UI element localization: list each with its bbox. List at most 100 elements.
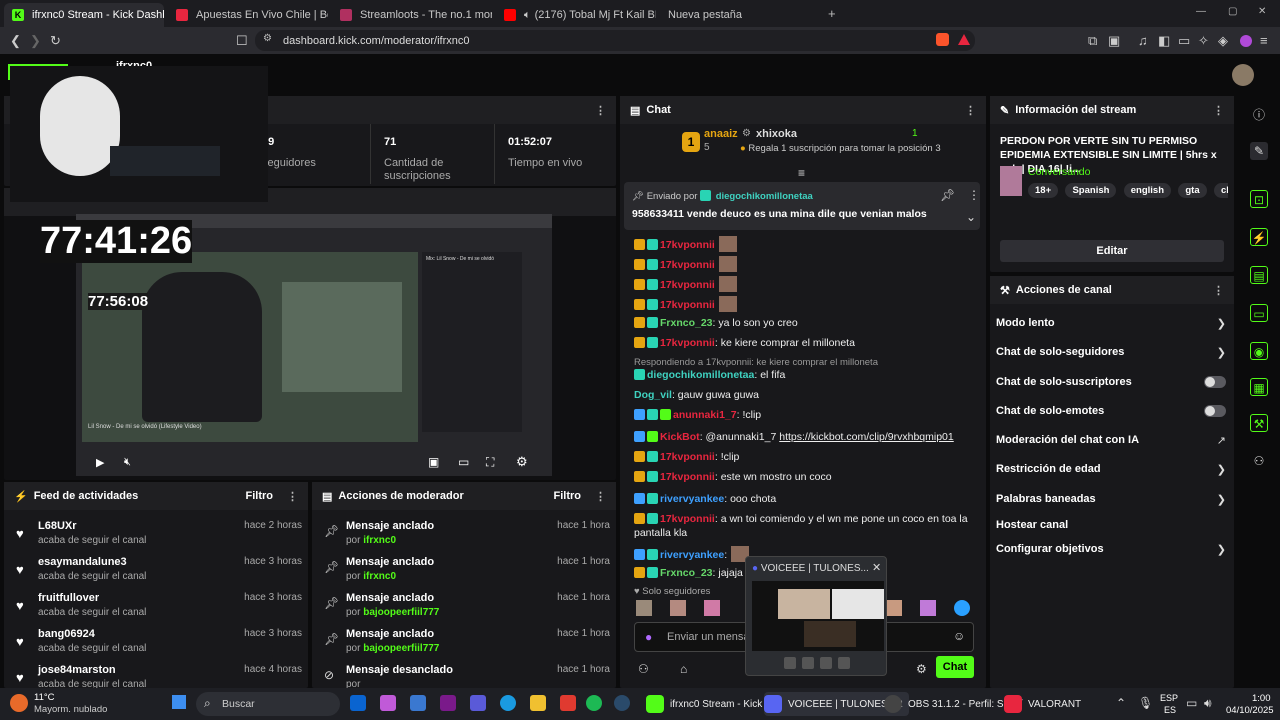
close-icon[interactable]: ✕ (872, 561, 881, 574)
info-icon[interactable]: ⓘ (1250, 106, 1268, 124)
channel-action-row[interactable]: Chat de solo-suscriptores (996, 371, 1226, 393)
chat-username[interactable]: anunnaki1_7 (673, 409, 737, 421)
taskbar-app-kick[interactable]: ifrxnc0 Stream - Kick Da (646, 692, 778, 716)
maximize-button[interactable]: ▢ (1228, 6, 1237, 17)
chat-icon[interactable]: ▭ (1250, 304, 1268, 322)
emote[interactable] (920, 600, 936, 616)
sidebar-icon[interactable]: ◧ (1158, 33, 1170, 49)
screenshot-icon[interactable]: ▣ (1108, 33, 1120, 49)
channel-action-row[interactable]: Hostear canal (996, 514, 1226, 536)
copilot-icon[interactable] (380, 695, 396, 711)
tab-betano[interactable]: Apuestas En Vivo Chile | Betano ✕ (168, 3, 328, 27)
chat-username[interactable]: 17kvponnii (660, 513, 715, 525)
people-icon[interactable]: ⚇ (638, 662, 649, 676)
back-icon[interactable]: ❮ (10, 33, 21, 49)
chat-username[interactable]: 17kvponnii (660, 471, 715, 483)
vpn-icon[interactable]: ◈ (1218, 33, 1228, 49)
network-icon[interactable]: ▭ (1186, 696, 1197, 710)
emote[interactable] (718, 256, 737, 272)
disconnect-icon[interactable] (838, 657, 850, 669)
mod-user[interactable]: ifrxnc0 (363, 535, 396, 546)
chat-username[interactable]: rivervyankee (660, 493, 724, 505)
more-options-icon[interactable]: ⋮ (287, 490, 298, 503)
clock-time[interactable]: 1:00 (1252, 693, 1271, 704)
leo-icon[interactable]: ✧ (1198, 33, 1209, 49)
expand-leaderboard-icon[interactable]: ≡ (798, 166, 805, 180)
steam-icon[interactable] (614, 695, 630, 711)
channel-action-row[interactable]: Palabras baneadas ❯ (996, 488, 1226, 510)
follower-name[interactable]: jose84marston (38, 664, 116, 676)
chat-username[interactable]: diegochikomillonetaa (647, 369, 754, 381)
feed-filter-button[interactable]: Filtro (246, 490, 274, 502)
emote[interactable] (670, 600, 686, 616)
tag[interactable]: 18+ (1028, 183, 1059, 198)
chat-username[interactable]: Frxnco_23 (660, 567, 713, 579)
brave-shield-icon[interactable] (936, 33, 949, 46)
users-icon[interactable]: ⚇ (1250, 452, 1268, 470)
pinned-user[interactable]: diegochikomillonetaa (716, 191, 813, 202)
store-icon[interactable] (410, 695, 426, 711)
weather-icon[interactable] (10, 694, 28, 712)
explorer-icon[interactable] (530, 695, 546, 711)
more-options-icon[interactable]: ⋮ (595, 490, 606, 503)
chat-message[interactable]: Frxnco_23: ya lo son yo creo (634, 316, 974, 330)
mod-user[interactable]: bajoopeerfiil777 (363, 607, 439, 618)
emote[interactable] (718, 276, 737, 292)
taskbar-search[interactable]: ⌕ Buscar (196, 692, 340, 716)
chat-message[interactable]: Dog_vil: gauw guwa guwa (634, 388, 974, 402)
toggle-switch[interactable] (1204, 405, 1226, 417)
channel-action-row[interactable]: Configurar objetivos ❯ (996, 538, 1226, 560)
document-icon[interactable]: ▤ (1250, 266, 1268, 284)
send-chat-button[interactable]: Chat (936, 656, 974, 678)
mic-icon[interactable]: ● (645, 630, 652, 644)
chat-message[interactable]: 17kvponnii (634, 296, 974, 312)
theater-icon[interactable]: ▭ (458, 455, 469, 469)
chat-message[interactable]: anunnaki1_7: !clip (634, 408, 974, 422)
mod-user[interactable]: ifrxnc0 (363, 571, 396, 582)
follower-name[interactable]: fruitfullover (38, 592, 99, 604)
more-options-icon[interactable]: ⋮ (1213, 104, 1224, 117)
pip-icon[interactable]: ▣ (428, 455, 439, 469)
tab-kick-dashboard[interactable]: K ifrxnc0 Stream - Kick Dashboard ✕ (4, 3, 164, 27)
vs-icon[interactable] (440, 695, 456, 711)
windows-start-icon[interactable] (172, 695, 186, 709)
mute-icon[interactable]: 🔇︎ (124, 456, 131, 469)
pin-toggle-icon[interactable]: 📌︎ (940, 188, 955, 202)
leader-name[interactable]: anaaiz (704, 128, 738, 140)
bolt-icon[interactable]: ⚡ (1250, 228, 1268, 246)
site-info-icon[interactable]: ⚙ (263, 33, 272, 44)
chat-username[interactable]: 17kvponnii (660, 259, 715, 271)
channel-action-row[interactable]: Chat de solo-emotes (996, 400, 1226, 422)
profile-icon[interactable] (1240, 35, 1252, 47)
chat-message[interactable]: KickBot: @anunnaki1_7 https://kickbot.co… (634, 430, 974, 444)
toggle-switch[interactable] (1204, 376, 1226, 388)
keyboard-layout[interactable]: ES (1164, 705, 1176, 715)
emote[interactable] (954, 600, 970, 616)
chat-username[interactable]: 17kvponnii (660, 299, 715, 311)
clock-date[interactable]: 04/10/2025 (1226, 705, 1274, 716)
avatar[interactable] (1232, 64, 1254, 86)
more-options-icon[interactable]: ⋮ (965, 104, 976, 117)
forward-icon[interactable]: ❯ (30, 33, 41, 49)
settings-icon[interactable]: ⚙ (916, 662, 927, 676)
new-tab-button[interactable]: + (828, 6, 836, 21)
tag[interactable]: gta (1178, 183, 1207, 198)
chat-username[interactable]: 17kvponnii (660, 239, 715, 251)
chat-message[interactable]: 17kvponnii: ke kiere comprar el millonet… (634, 336, 974, 350)
leader2-name[interactable]: xhixoka (756, 128, 797, 140)
window-close-button[interactable]: ✕ (1258, 6, 1266, 17)
chat-link[interactable]: https://kickbot.com/clip/9rvxhbqmip01 (779, 431, 954, 443)
spotify-icon[interactable] (586, 695, 602, 711)
channel-action-row[interactable]: Chat de solo-seguidores ❯ (996, 341, 1226, 363)
outlook-icon[interactable] (350, 695, 366, 711)
settings-icon[interactable]: ⚙ (516, 454, 528, 470)
channel-action-row[interactable]: Restricción de edad ❯ (996, 458, 1226, 480)
pinned-message[interactable]: 📌︎ Enviado por diegochikomillonetaa 9586… (624, 182, 980, 230)
chat-message[interactable]: 17kvponnii: este wn mostro un coco (634, 470, 974, 484)
more-options-icon[interactable]: ⋮ (968, 188, 980, 202)
play-icon[interactable]: ▶ (96, 456, 104, 469)
menu-icon[interactable]: ≡ (1260, 33, 1268, 48)
headphones-icon[interactable] (820, 657, 832, 669)
emoji-icon[interactable]: ☺ (953, 629, 965, 643)
tab-streamloots[interactable]: Streamloots - The no.1 monetizatio (332, 3, 492, 27)
